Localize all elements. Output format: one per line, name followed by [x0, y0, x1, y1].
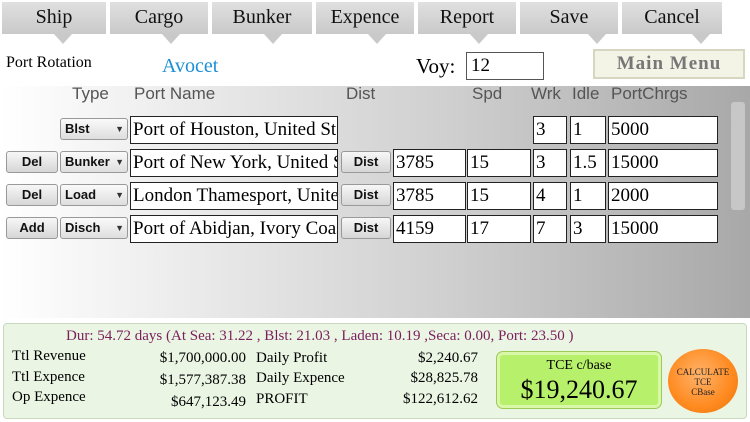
chevron-down-icon: ▼: [115, 223, 124, 233]
daily-expence-label: Daily Expence: [256, 370, 345, 386]
op-expence-value: $647,123.49: [171, 394, 246, 410]
ttl-revenue-value: $1,700,000.00: [159, 350, 246, 366]
row-type-select[interactable]: Blst ▼: [60, 118, 128, 140]
dist-button[interactable]: Dist: [341, 151, 391, 173]
header-type: Type: [72, 84, 109, 103]
delete-row-button[interactable]: Del: [6, 151, 58, 173]
row-dist[interactable]: 3785: [393, 149, 466, 177]
header-idle: Idle: [572, 84, 600, 103]
header-dist: Dist: [346, 84, 376, 103]
tab-cancel[interactable]: Cancel: [622, 2, 722, 44]
ttl-expence-value: $1,577,387.38: [159, 372, 246, 388]
row-port-name[interactable]: Port of Houston, United States: [130, 116, 338, 144]
row-type-value: Blst: [65, 121, 90, 136]
tab-bunker[interactable]: Bunker: [212, 2, 312, 44]
row-type-value: Bunker: [65, 154, 110, 169]
row-idle[interactable]: 1: [570, 182, 606, 210]
row-wrk[interactable]: 7: [533, 215, 567, 243]
row-spd[interactable]: 15: [467, 182, 531, 210]
row-port-name[interactable]: Port of New York, United States: [130, 149, 338, 177]
row-type-value: Load: [65, 187, 97, 202]
ttl-expence-label: Ttl Expence: [12, 369, 85, 385]
row-wrk[interactable]: 3: [533, 116, 567, 144]
row-port-name[interactable]: Port of Abidjan, Ivory Coast: [130, 215, 338, 243]
main-menu-button[interactable]: Main Menu: [593, 49, 745, 79]
profit-label: PROFIT: [256, 391, 308, 407]
chevron-down-icon: ▼: [115, 190, 124, 200]
row-idle[interactable]: 1: [570, 116, 606, 144]
daily-profit-value: $2,240.67: [418, 350, 478, 366]
row-spd[interactable]: 15: [467, 149, 531, 177]
tab-cargo[interactable]: Cargo: [110, 2, 208, 44]
ttl-revenue-label: Ttl Revenue: [12, 348, 86, 364]
row-portchrgs[interactable]: 15000: [608, 149, 718, 177]
daily-expence-value: $28,825.78: [410, 370, 479, 386]
top-tab-bar: Ship Cargo Bunker Expence Report Save Ca…: [0, 0, 750, 46]
op-expence-label: Op Expence: [12, 389, 86, 405]
tce-result-box: TCE c/base $19,240.67: [497, 352, 661, 408]
duration-summary: Dur: 54.72 days (At Sea: 31.22 , Blst: 2…: [66, 328, 574, 344]
row-dist[interactable]: 4159: [393, 215, 466, 243]
calculate-line-2: TCE: [694, 377, 712, 387]
profit-value: $122,612.62: [403, 391, 478, 407]
grid-scrollbar[interactable]: [731, 102, 745, 210]
port-rotation-label: Port Rotation: [6, 54, 92, 71]
tab-expence[interactable]: Expence: [316, 2, 414, 44]
tab-save[interactable]: Save: [520, 2, 618, 44]
row-type-select[interactable]: Disch ▼: [60, 217, 128, 239]
header-port-name: Port Name: [134, 84, 216, 103]
add-row-button[interactable]: Add: [6, 217, 58, 239]
row-type-select[interactable]: Bunker ▼: [60, 151, 128, 173]
tab-ship[interactable]: Ship: [2, 2, 106, 44]
row-portchrgs[interactable]: 5000: [608, 116, 718, 144]
row-type-value: Disch: [65, 220, 101, 235]
voy-input[interactable]: 12: [466, 52, 544, 80]
row-wrk[interactable]: 3: [533, 149, 567, 177]
row-portchrgs[interactable]: 2000: [608, 182, 718, 210]
chevron-down-icon: ▼: [115, 124, 124, 134]
vessel-name[interactable]: Avocet: [162, 55, 218, 78]
row-wrk[interactable]: 4: [533, 182, 567, 210]
tce-value: $19,240.67: [520, 375, 638, 404]
row-type-select[interactable]: Load ▼: [60, 184, 128, 206]
calculate-tce-button[interactable]: CALCULATE TCE CBase: [668, 349, 738, 413]
calculate-line-3: CBase: [691, 387, 715, 397]
header-spd: Spd: [472, 84, 503, 103]
calculate-line-1: CALCULATE: [676, 367, 730, 377]
dist-button[interactable]: Dist: [341, 184, 391, 206]
row-portchrgs[interactable]: 15000: [608, 215, 718, 243]
voy-label: Voy:: [416, 54, 456, 78]
row-port-name[interactable]: London Thamesport, United Kingdom: [130, 182, 338, 210]
delete-row-button[interactable]: Del: [6, 184, 58, 206]
header-wrk: Wrk: [531, 84, 561, 103]
header-portchrgs: PortChrgs: [611, 84, 688, 103]
dist-button[interactable]: Dist: [341, 217, 391, 239]
tce-label: TCE c/base: [546, 358, 612, 373]
chevron-down-icon: ▼: [115, 157, 124, 167]
row-idle[interactable]: 1.5: [570, 149, 606, 177]
row-idle[interactable]: 3: [570, 215, 606, 243]
tab-report[interactable]: Report: [418, 2, 516, 44]
row-spd[interactable]: 17: [467, 215, 531, 243]
daily-profit-label: Daily Profit: [256, 350, 328, 366]
row-dist[interactable]: 3785: [393, 182, 466, 210]
